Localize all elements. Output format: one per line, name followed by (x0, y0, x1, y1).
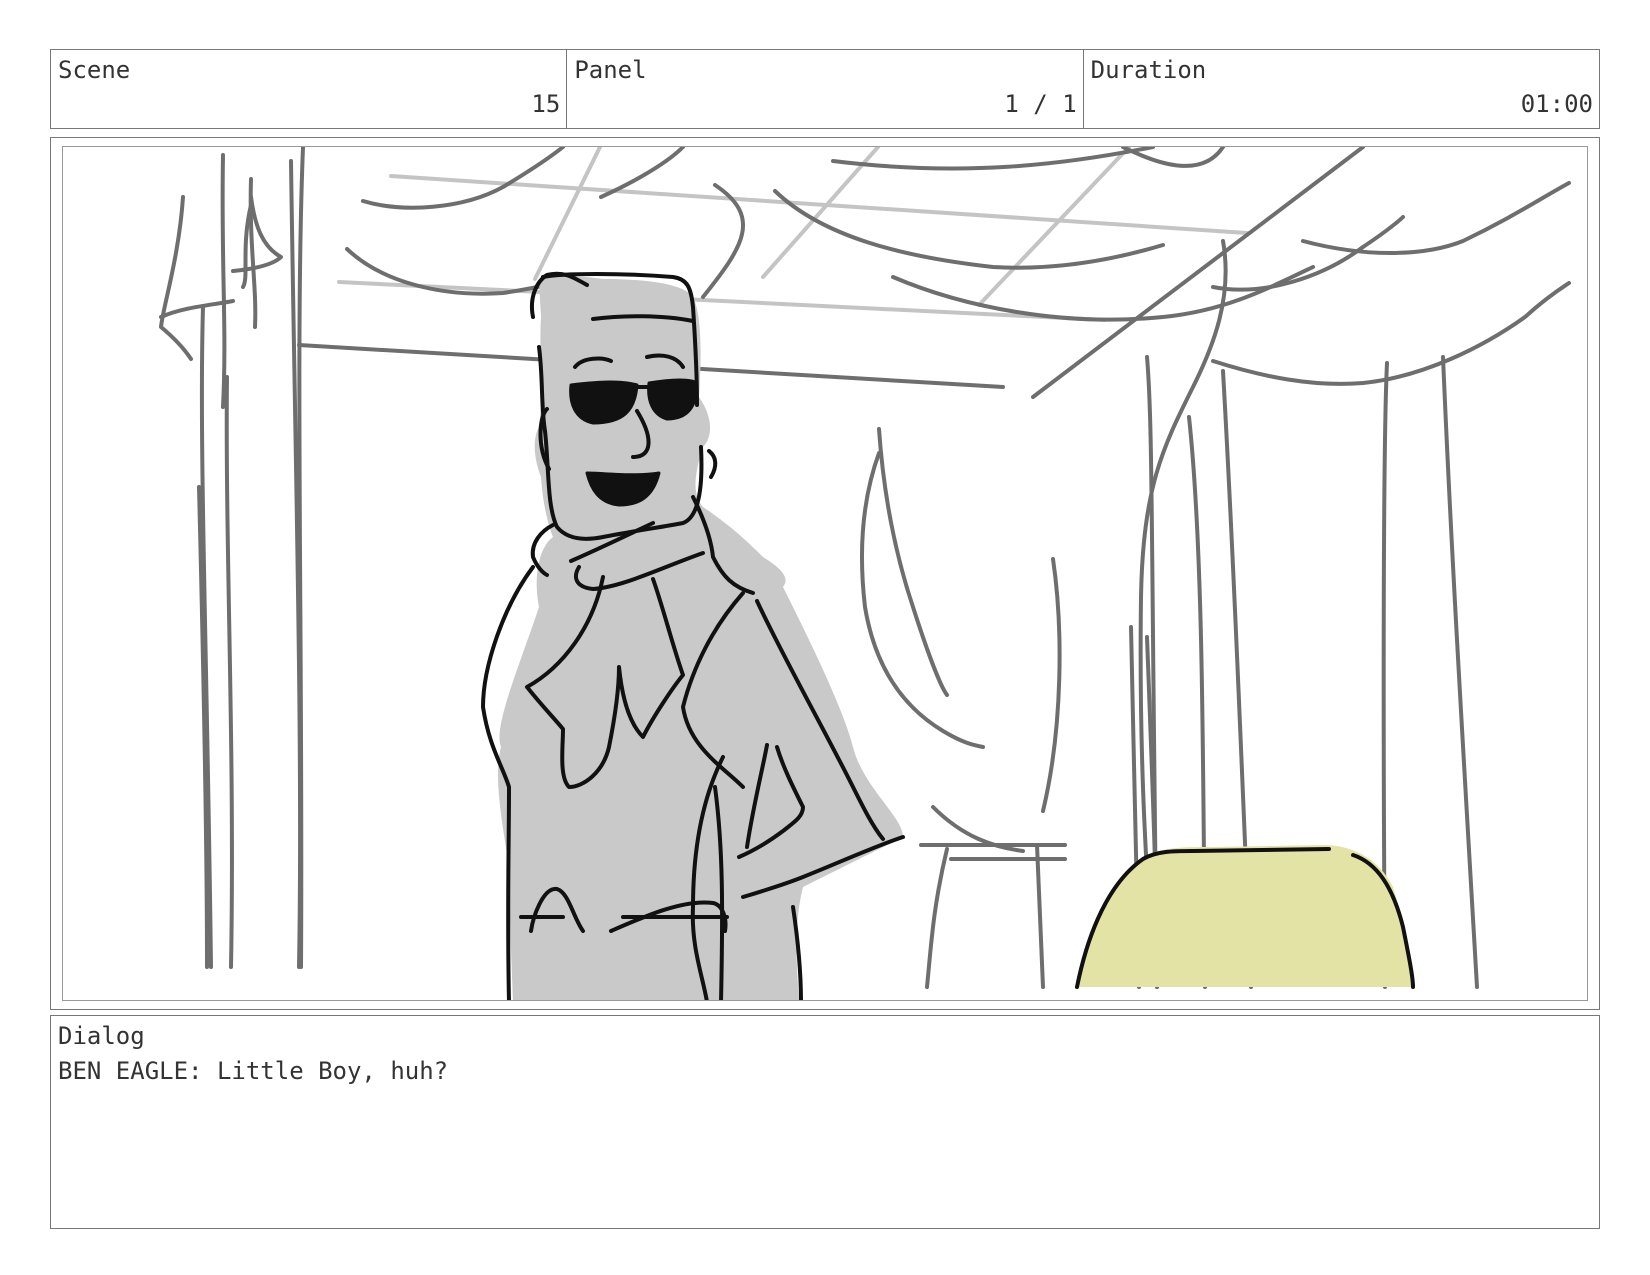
scene-cell: Scene 15 (51, 50, 568, 128)
dialog-text: BEN EAGLE: Little Boy, huh? (58, 1057, 449, 1085)
scene-label: Scene (58, 56, 131, 84)
storyboard-panel-frame (50, 137, 1600, 1010)
dialog-label: Dialog (58, 1022, 145, 1050)
panel-cell: Panel 1 / 1 (567, 50, 1084, 128)
scene-number: 15 (531, 90, 561, 118)
panel-label: Panel (574, 56, 647, 84)
dialog-box: Dialog BEN EAGLE: Little Boy, huh? (50, 1015, 1600, 1229)
duration-value: 01:00 (1520, 90, 1593, 118)
storyboard-drawing (62, 146, 1588, 1001)
duration-cell: Duration 01:00 (1084, 50, 1599, 128)
chair-back (1075, 845, 1413, 987)
panel-number: 1 / 1 (1004, 90, 1077, 118)
character-figure (481, 271, 905, 1000)
storyboard-header: Scene 15 Panel 1 / 1 Duration 01:00 (50, 49, 1600, 129)
sketch-illustration (159, 147, 1571, 1000)
duration-label: Duration (1090, 56, 1207, 84)
